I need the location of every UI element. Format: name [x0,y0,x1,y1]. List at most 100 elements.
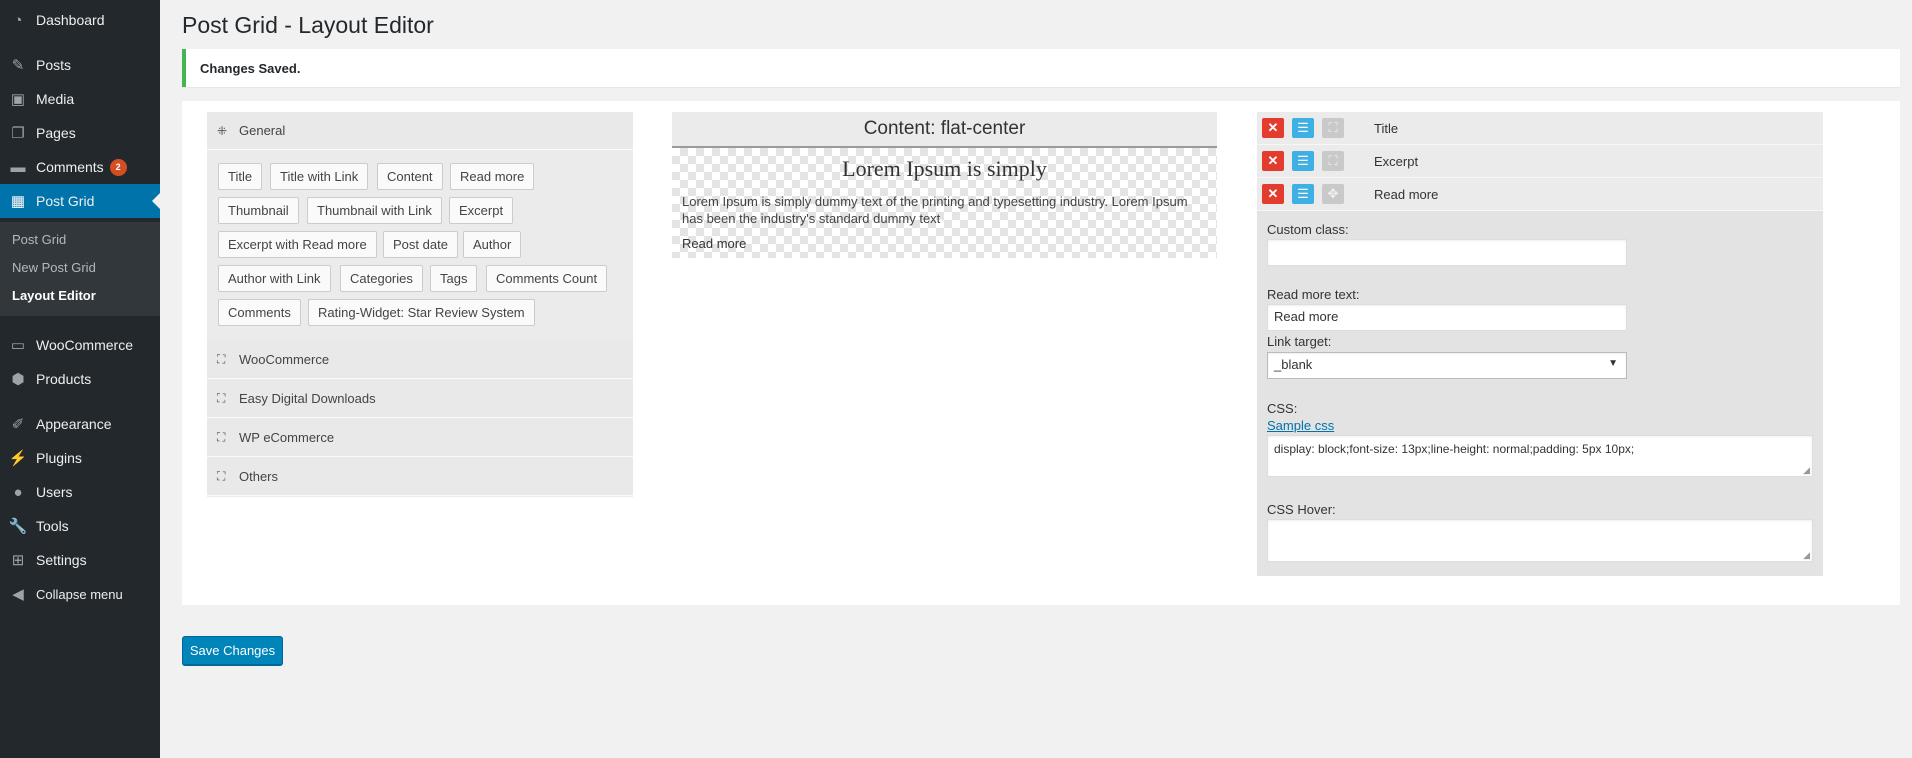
layout-row-label: Title [1374,120,1399,136]
preview-excerpt: Lorem Ipsum is simply dummy text of the … [682,194,1188,226]
link-target-value: _blank [1274,357,1313,372]
menu-icon[interactable]: ☰ [1292,151,1314,171]
element-excerpt-with-read-more-button[interactable]: Excerpt with Read more [218,231,377,258]
accordion-label: WP eCommerce [239,430,335,445]
accordion-label: General [239,123,286,138]
element-rating-widget-button[interactable]: Rating-Widget: Star Review System [308,299,535,326]
comments-icon: ▬ [10,158,26,176]
sidebar-item-settings[interactable]: ⊞ Settings [0,543,160,577]
sidebar-item-label: WooCommerce [36,337,133,353]
sidebar-item-label: Pages [36,125,76,141]
element-title-button[interactable]: Title [218,163,263,190]
element-categories-button[interactable]: Categories [340,265,423,292]
preview-title: Lorem Ipsum is simply [842,156,1047,181]
layout-row-title: ✕ ☰ ⛶ Title [1257,112,1823,145]
accordion-easy-digital-downloads[interactable]: ⛶ Easy Digital Downloads [207,380,633,418]
accordion-general[interactable]: ⁜ General [207,112,633,150]
element-comments-button[interactable]: Comments [218,299,301,326]
css-hover-textarea[interactable]: ◢ [1267,519,1813,562]
settings-icon: ⊞ [11,552,25,569]
sidebar-item-post-grid[interactable]: ▦ Post Grid [0,184,160,218]
sidebar-item-dashboard[interactable]: ◔ Dashboard [0,3,160,37]
submenu-layout-editor[interactable]: Layout Editor [12,288,96,303]
admin-sidebar: ◔ Dashboard ✎ Posts ▣ Media ❐ Pages ▬ Co… [0,0,160,758]
layout-row-excerpt: ✕ ☰ ⛶ Excerpt [1257,145,1823,178]
sidebar-item-label: Dashboard [36,12,105,28]
preview-canvas: Lorem Ipsum is simply Lorem Ipsum is sim… [672,148,1217,258]
expand-icon[interactable]: ⛶ [1322,151,1344,171]
accordion-label: WooCommerce [239,352,330,367]
element-comments-count-button[interactable]: Comments Count [486,265,608,292]
box-icon: ⬢ [11,371,25,388]
sidebar-item-label: Appearance [36,416,112,432]
element-content-button[interactable]: Content [377,163,443,190]
read-more-text-label: Read more text: [1267,287,1360,302]
remove-icon[interactable]: ✕ [1262,151,1284,171]
user-icon: ● [13,483,23,501]
collapse-menu-button[interactable]: ◀ Collapse menu [0,577,160,611]
sample-css-link[interactable]: Sample css [1267,418,1334,433]
accordion-wp-ecommerce[interactable]: ⛶ WP eCommerce [207,419,633,457]
menu-icon[interactable]: ☰ [1292,184,1314,204]
accordion-others[interactable]: ⛶ Others [207,458,633,496]
layout-row-label: Excerpt [1374,153,1419,169]
css-textarea[interactable]: display: block;font-size: 13px;line-heig… [1267,435,1813,477]
element-post-date-button[interactable]: Post date [383,231,458,258]
accordion-label: Others [239,469,279,484]
submenu-post-grid[interactable]: Post Grid [12,232,66,247]
move-icon[interactable]: ✥ [1322,184,1344,204]
sidebar-item-label: Settings [36,552,87,568]
sidebar-item-pages[interactable]: ❐ Pages [0,116,160,150]
accordion-woocommerce[interactable]: ⛶ WooCommerce [207,341,633,379]
sidebar-item-label: Tools [36,518,69,534]
pin-icon: ✎ [11,57,25,74]
sidebar-item-label: Post Grid [36,193,95,209]
custom-class-input[interactable] [1267,239,1627,266]
sidebar-item-label: Media [36,91,75,107]
layout-row-label: Read more [1374,186,1439,202]
sidebar-item-posts[interactable]: ✎ Posts [0,48,160,82]
sidebar-item-plugins[interactable]: ⚡ Plugins [0,441,160,475]
menu-icon[interactable]: ☰ [1292,118,1314,138]
collapse-icon: ◀ [12,586,24,603]
read-more-text-input[interactable]: Read more [1267,304,1627,331]
accordion-label: Easy Digital Downloads [239,391,376,406]
element-read-more-button[interactable]: Read more [450,163,535,190]
element-author-button[interactable]: Author [463,231,522,258]
sidebar-item-label: Posts [36,57,72,73]
sidebar-item-users[interactable]: ● Users [0,475,160,509]
sidebar-item-appearance[interactable]: ✐ Appearance [0,407,160,441]
resize-handle-icon[interactable]: ◢ [1803,465,1810,476]
sidebar-item-tools[interactable]: 🔧 Tools [0,509,160,543]
element-tags-button[interactable]: Tags [430,265,478,292]
changes-saved-notice: Changes Saved. [182,49,1900,87]
elements-accordion: ⁜ General Title Title with Link Content … [207,112,633,497]
element-thumbnail-button[interactable]: Thumbnail [218,197,299,224]
element-excerpt-button[interactable]: Excerpt [449,197,514,224]
sidebar-item-products[interactable]: ⬢ Products [0,362,160,396]
dashboard-icon: ◔ [13,11,23,29]
sidebar-item-media[interactable]: ▣ Media [0,82,160,116]
page-title: Post Grid - Layout Editor [182,12,434,38]
link-target-select[interactable]: _blank ▼ [1267,352,1627,379]
element-thumbnail-with-link-button[interactable]: Thumbnail with Link [307,197,442,224]
expand-icon[interactable]: ⛶ [1322,118,1344,138]
resize-handle-icon[interactable]: ◢ [1803,550,1810,561]
plug-icon: ⚡ [8,450,28,467]
woo-icon: ▭ [10,337,26,354]
post-grid-submenu: Post Grid New Post Grid Layout Editor [0,222,160,316]
element-author-with-link-button[interactable]: Author with Link [218,265,331,292]
remove-icon[interactable]: ✕ [1262,184,1284,204]
expand-icon: ⛶ [217,352,226,366]
sidebar-item-label: Users [36,484,73,500]
submenu-new-post-grid[interactable]: New Post Grid [12,260,96,275]
element-title-with-link-button[interactable]: Title with Link [270,163,369,190]
sidebar-item-comments[interactable]: ▬ Comments 2 [0,150,160,184]
expand-icon: ⛶ [217,430,226,444]
css-textarea-value: display: block;font-size: 13px;line-heig… [1274,442,1635,456]
sidebar-item-label: Products [36,371,92,387]
remove-icon[interactable]: ✕ [1262,118,1284,138]
save-changes-button[interactable]: Save Changes [182,636,283,665]
sidebar-item-woocommerce[interactable]: ▭ WooCommerce [0,328,160,362]
sidebar-item-label: Plugins [36,450,82,466]
